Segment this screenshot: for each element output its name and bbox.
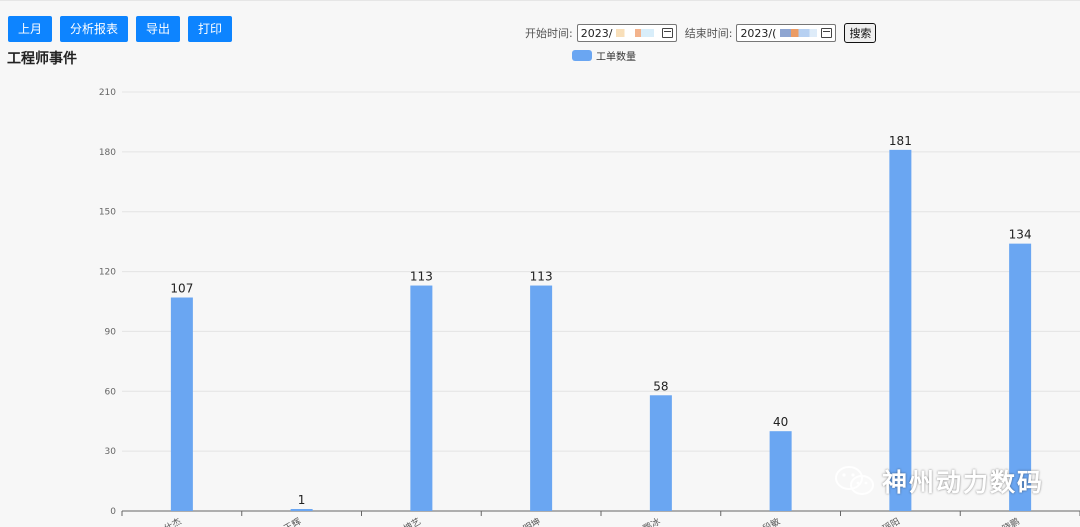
data-label: 58 (653, 379, 668, 393)
wechat-icon (835, 466, 874, 495)
data-label: 181 (889, 134, 912, 148)
data-label: 134 (1009, 228, 1032, 242)
bar (290, 509, 313, 511)
x-tick-label: 仕杰 (162, 515, 184, 527)
bar-chart: 0 30 60 90 120 150 180 210 107 仕杰 1 王辉 113 坤艺 113 明坤 58 鹏… (99, 88, 1080, 527)
y-tick-label: 120 (99, 268, 116, 278)
y-tick-label: 210 (99, 88, 116, 98)
bar (889, 149, 912, 511)
watermark: 神州动力数码 (834, 463, 1044, 499)
x-tick-label: 段敏 (761, 515, 783, 527)
y-tick-label: 150 (99, 208, 116, 218)
data-label: 40 (773, 415, 788, 429)
bar (530, 285, 553, 511)
data-label: 113 (530, 270, 553, 284)
y-tick-label: 0 (110, 507, 116, 517)
watermark-text: 神州动力数码 (882, 468, 1045, 497)
y-tick-label: 30 (105, 447, 117, 457)
x-tick-label: 瑶阳 (880, 515, 902, 527)
bar (649, 395, 672, 511)
y-tick-label: 180 (99, 148, 116, 158)
x-tick-label: 王辉 (282, 516, 303, 527)
bar (410, 285, 433, 511)
bar (170, 297, 193, 511)
bar (769, 431, 792, 511)
y-tick-label: 90 (105, 327, 117, 337)
x-tick-label: 晓鹏 (1000, 515, 1022, 527)
x-tick-label: 明坤 (521, 515, 543, 527)
x-tick-label: 鹏冰 (641, 515, 663, 527)
data-label: 107 (170, 282, 193, 296)
x-tick-label: 坤艺 (401, 515, 423, 527)
data-label: 113 (410, 270, 433, 284)
y-tick-label: 60 (105, 387, 117, 397)
data-label: 1 (298, 493, 306, 507)
